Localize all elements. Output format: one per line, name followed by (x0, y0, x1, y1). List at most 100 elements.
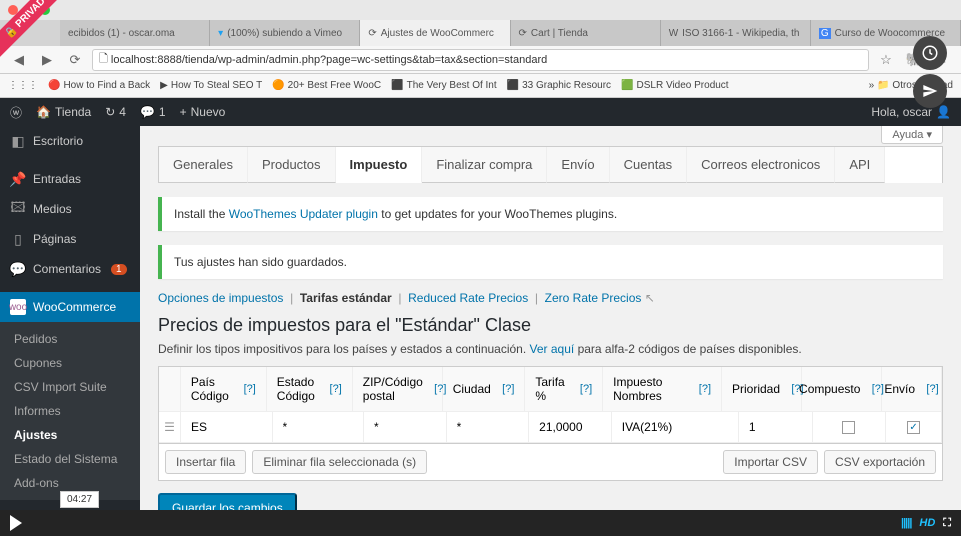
th-country: País Código [?] (181, 367, 267, 412)
user-greeting[interactable]: Hola, oscar 👤 (871, 105, 951, 119)
url-bar-row: ◀ ▶ ⟳ 🗋 localhost:8888/tienda/wp-admin/a… (0, 46, 961, 74)
bookmark-item[interactable]: 🔴 How to Find a Back (48, 80, 150, 91)
submenu-pedidos[interactable]: Pedidos (0, 327, 140, 351)
insert-row-button[interactable]: Insertar fila (165, 450, 246, 474)
ver-aqui-link[interactable]: Ver aquí (530, 342, 575, 356)
zip-input[interactable] (374, 420, 436, 434)
tab-correos[interactable]: Correos electronicos (687, 147, 835, 183)
url-input[interactable]: 🗋 localhost:8888/tienda/wp-admin/admin.p… (92, 49, 869, 71)
tab-impuesto[interactable]: Impuesto (336, 147, 423, 183)
tab-envio[interactable]: Envío (547, 147, 609, 183)
browser-tab[interactable]: ⟳Ajustes de WooCommerc (360, 20, 510, 46)
wc-settings-tabs: Generales Productos Impuesto Finalizar c… (158, 146, 943, 183)
tab-cuentas[interactable]: Cuentas (610, 147, 687, 183)
th-city: Ciudad [?] (443, 367, 526, 412)
bookmark-item[interactable]: ⬛ 33 Graphic Resourc (507, 80, 611, 91)
hd-label[interactable]: HD (919, 517, 935, 529)
th-priority: Prioridad [?] (722, 367, 802, 412)
link-zero[interactable]: Zero Rate Precios (545, 291, 642, 305)
tax-row[interactable]: ☰ ✓ (159, 412, 942, 443)
fullscreen-icon[interactable]: ⛶ (943, 517, 951, 530)
site-name[interactable]: 🏠 Tienda (36, 105, 91, 119)
sidebar-comments[interactable]: 💬Comentarios1 (0, 254, 140, 284)
priority-input[interactable] (749, 420, 802, 434)
bookmark-item[interactable]: 🟩 DSLR Video Product (621, 80, 729, 91)
submenu-csv[interactable]: CSV Import Suite (0, 375, 140, 399)
browser-tab[interactable]: ecibidos (1) - oscar.oma (60, 20, 210, 46)
tab-generales[interactable]: Generales (159, 147, 248, 183)
media-icon: 🖾 (10, 201, 26, 217)
import-csv-button[interactable]: Importar CSV (723, 450, 818, 474)
updater-link[interactable]: WooThemes Updater plugin (229, 207, 378, 221)
cursor-icon: ↖ (645, 291, 655, 305)
comments-icon[interactable]: 💬 1 (140, 105, 166, 119)
play-button[interactable] (10, 515, 22, 531)
rate-input[interactable] (539, 420, 601, 434)
state-input[interactable] (283, 420, 354, 434)
drag-handle-icon[interactable]: ☰ (159, 412, 181, 443)
submenu-estado[interactable]: Estado del Sistema (0, 447, 140, 471)
delete-row-button[interactable]: Eliminar fila seleccionada (s) (252, 450, 427, 474)
tab-productos[interactable]: Productos (248, 147, 336, 183)
tax-rates-table: País Código [?] Estado Código [?] ZIP/Có… (158, 366, 943, 481)
bookmark-item[interactable]: ⬛ The Very Best Of Int (391, 80, 497, 91)
updates-icon[interactable]: ↻ 4 (105, 105, 126, 119)
tax-sublinks: Opciones de impuestos | Tarifas estándar… (158, 291, 943, 305)
sidebar-submenu: Pedidos Cupones CSV Import Suite Informe… (0, 322, 140, 500)
help-tab[interactable]: Ayuda ▾ (881, 126, 943, 144)
wp-logo-icon[interactable]: ⓦ (10, 104, 22, 121)
sidebar-media[interactable]: 🖾Medios (0, 194, 140, 224)
taxname-input[interactable] (622, 420, 728, 434)
bookmark-item[interactable]: 🟠 20+ Best Free WooC (272, 80, 381, 91)
forward-button[interactable]: ▶ (36, 50, 58, 70)
back-button[interactable]: ◀ (8, 50, 30, 70)
new-content[interactable]: + Nuevo (180, 105, 226, 119)
shipping-checkbox[interactable]: ✓ (907, 421, 920, 434)
bookmark-item[interactable]: ▶ How To Steal SEO T (160, 80, 262, 91)
sidebar-dashboard[interactable]: ◧Escritorio (0, 126, 140, 156)
browser-tabs: ecibidos (1) - oscar.oma ▾(100%) subiend… (0, 20, 961, 46)
link-opciones[interactable]: Opciones de impuestos (158, 291, 283, 305)
link-estandar[interactable]: Tarifas estándar (300, 291, 392, 305)
save-changes-button[interactable]: Guardar los cambios (158, 493, 297, 510)
link-reduced[interactable]: Reduced Rate Precios (408, 291, 528, 305)
submenu-ajustes[interactable]: Ajustes (0, 423, 140, 447)
tab-checkout[interactable]: Finalizar compra (422, 147, 547, 183)
pin-icon: 📌 (10, 171, 26, 187)
extension-clock-icon[interactable] (913, 36, 947, 70)
th-compound: Compuesto [?] (802, 367, 882, 412)
compound-checkbox[interactable] (842, 421, 855, 434)
city-input[interactable] (457, 420, 519, 434)
admin-sidebar: ◧Escritorio 📌Entradas 🖾Medios ▯Páginas 💬… (0, 126, 140, 510)
export-csv-button[interactable]: CSV exportación (824, 450, 936, 474)
star-icon[interactable]: ☆ (875, 50, 897, 70)
video-player-bar: ||||| HD ⛶ (0, 510, 961, 536)
buffer-icon: ||||| (901, 517, 911, 529)
submenu-informes[interactable]: Informes (0, 399, 140, 423)
comment-icon: 💬 (10, 261, 26, 277)
sidebar-pages[interactable]: ▯Páginas (0, 224, 140, 254)
reload-button[interactable]: ⟳ (64, 50, 86, 70)
submenu-cupones[interactable]: Cupones (0, 351, 140, 375)
th-shipping: Envío [?] (882, 367, 942, 412)
browser-tab[interactable]: WISO 3166-1 - Wikipedia, th (661, 20, 811, 46)
page-title: Precios de impuestos para el "Estándar" … (158, 315, 943, 336)
th-rate: Tarifa % [?] (525, 367, 603, 412)
country-input[interactable] (191, 420, 262, 434)
apps-icon[interactable]: ⋮⋮⋮ (8, 80, 38, 91)
sidebar-posts[interactable]: 📌Entradas (0, 164, 140, 194)
extension-send-icon[interactable] (913, 74, 947, 108)
sidebar-woocommerce[interactable]: wooWooCommerce (0, 292, 140, 322)
bookmarks-bar: ⋮⋮⋮ 🔴 How to Find a Back ▶ How To Steal … (0, 74, 961, 98)
page-description: Definir los tipos impositivos para los p… (158, 342, 943, 356)
page-icon: ▯ (10, 231, 26, 247)
browser-tab[interactable]: ⟳Cart | Tienda (511, 20, 661, 46)
osx-traffic-lights (0, 0, 961, 20)
wp-admin-bar: ⓦ 🏠 Tienda ↻ 4 💬 1 + Nuevo Hola, oscar 👤 (0, 98, 961, 126)
main-content: Ayuda ▾ Generales Productos Impuesto Fin… (140, 126, 961, 510)
video-time-tooltip: 04:27 (60, 491, 99, 508)
dashboard-icon: ◧ (10, 133, 26, 149)
woo-icon: woo (10, 299, 26, 315)
browser-tab[interactable]: ▾(100%) subiendo a Vimeo (210, 20, 360, 46)
tab-api[interactable]: API (835, 147, 885, 183)
